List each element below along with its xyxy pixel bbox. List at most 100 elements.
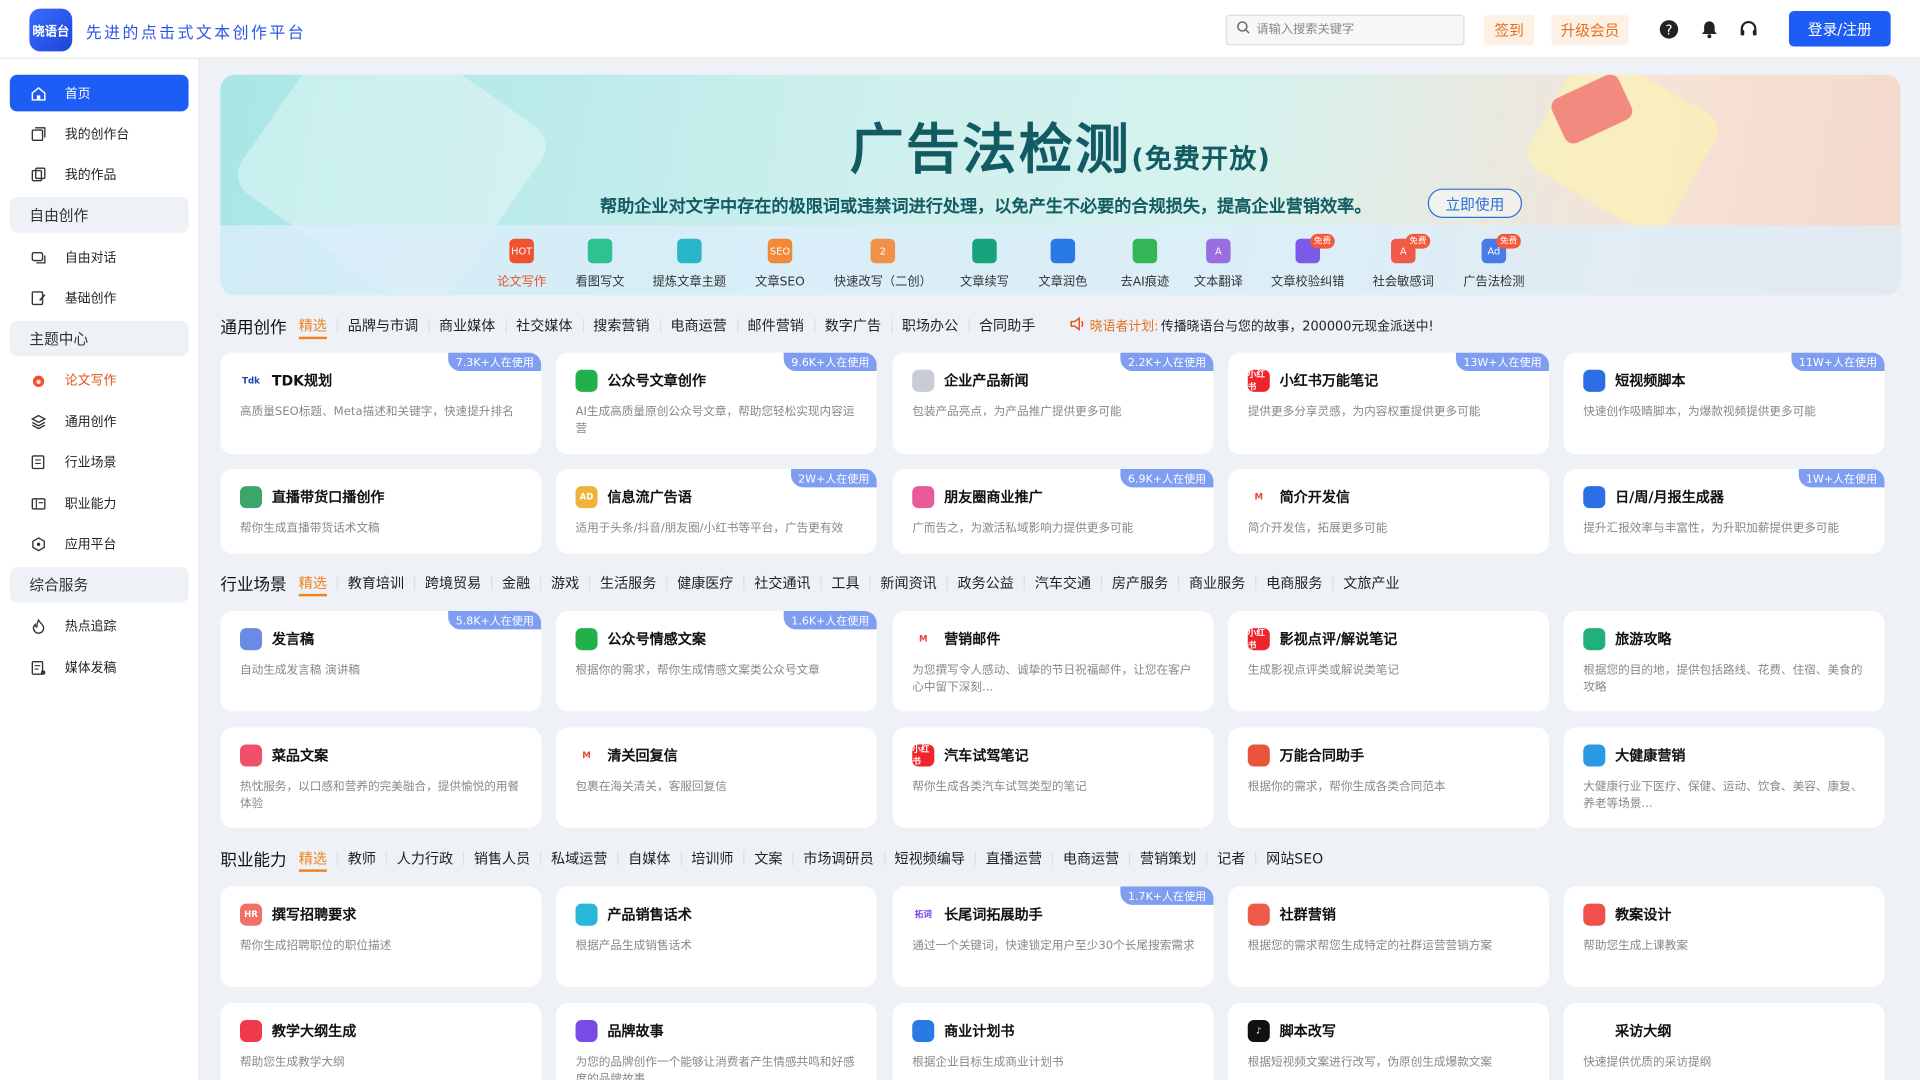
search-box[interactable] bbox=[1225, 14, 1465, 46]
category-chip[interactable]: 自媒体 bbox=[617, 851, 680, 866]
tool-4[interactable]: SEO 文章SEO bbox=[731, 238, 829, 293]
tool-card[interactable]: 直播带货口播创作 帮你生成直播带货话术文稿 bbox=[220, 468, 542, 554]
sidebar-item-trending[interactable]: 热点追踪 bbox=[10, 607, 189, 644]
sidebar-item-my-works[interactable]: 我的作品 bbox=[10, 156, 189, 193]
category-chip[interactable]: 新闻资讯 bbox=[869, 575, 946, 591]
login-register-button[interactable]: 登录/注册 bbox=[1788, 11, 1891, 47]
tool-12[interactable]: Ad 免费 广告法检测 bbox=[1445, 233, 1543, 293]
category-chip[interactable]: 合同助手 bbox=[967, 318, 1045, 333]
category-chip[interactable]: 教师 bbox=[336, 851, 386, 866]
tool-card[interactable]: 公众号文章创作 AI生成高质量原创公众号文章，帮助您轻松实现内容运营 9.6K+人在… bbox=[555, 352, 877, 455]
category-chip[interactable]: 市场调研员 bbox=[792, 851, 883, 866]
logo[interactable]: 晓语台 bbox=[29, 8, 73, 52]
sidebar-item-app-platform[interactable]: 应用平台 bbox=[10, 525, 189, 562]
category-chip[interactable]: 工具 bbox=[820, 575, 869, 591]
tool-card[interactable]: 小红书 汽车试驾笔记 帮你生成各类汽车试驾类型的笔记 bbox=[892, 727, 1214, 828]
tool-card[interactable]: 企业产品新闻 包装产品亮点，为产品推广提供更多可能 2.2K+人在使用 bbox=[892, 352, 1214, 455]
headset-icon[interactable] bbox=[1739, 20, 1759, 40]
tool-10[interactable]: 免费 文章校验纠错 bbox=[1259, 233, 1357, 293]
tool-card[interactable]: 小红书 影视点评/解说笔记 生成影视点评类或解说类笔记 bbox=[1228, 611, 1549, 712]
tool-card[interactable]: 日/周/月报生成器 提升汇报效率与丰富性，为升职加薪提供更多可能 1W+人在使用 bbox=[1563, 468, 1885, 554]
category-chip[interactable]: 营销策划 bbox=[1128, 851, 1206, 866]
category-chip[interactable]: 人力行政 bbox=[385, 851, 463, 866]
tool-card[interactable]: 教案设计 帮助您生成上课教案 bbox=[1563, 886, 1885, 987]
tool-card[interactable]: HR 撰写招聘要求 帮你生成招聘职位的职位描述 bbox=[220, 886, 542, 987]
category-chip[interactable]: 邮件营销 bbox=[736, 318, 814, 333]
sidebar-item-career-skills[interactable]: 职业能力 bbox=[10, 485, 189, 522]
announcement[interactable]: 晓语者计划: 传播晓语台与您的故事，200000元现金派送中! bbox=[1069, 316, 1434, 336]
category-chip[interactable]: 销售人员 bbox=[462, 851, 540, 866]
category-chip[interactable]: 品牌与市调 bbox=[336, 318, 428, 333]
tool-card[interactable]: 朋友圈商业推广 广而告之，为激活私域影响力提供更多可能 6.9K+人在使用 bbox=[892, 468, 1214, 554]
bell-icon[interactable] bbox=[1700, 20, 1720, 40]
sidebar-item-free-chat[interactable]: 自由对话 bbox=[10, 239, 189, 276]
tool-card[interactable]: 产品销售话术 根据产品生成销售话术 bbox=[555, 886, 877, 987]
tool-card[interactable]: 短视频脚本 快速创作吸睛脚本，为爆款视频提供更多可能 11W+人在使用 bbox=[1563, 352, 1885, 455]
category-chip[interactable]: 教育培训 bbox=[336, 575, 414, 591]
category-chip[interactable]: 汽车交通 bbox=[1023, 575, 1101, 591]
sidebar-item-industry-scenes[interactable]: 行业场景 bbox=[10, 443, 189, 480]
tool-5[interactable]: 2 快速改写（二创） bbox=[834, 238, 932, 293]
tool-11[interactable]: A 免费 社会敏感词 bbox=[1354, 233, 1452, 293]
category-chip[interactable]: 电商运营 bbox=[1051, 851, 1129, 866]
category-chip[interactable]: 健康医疗 bbox=[666, 575, 743, 591]
sidebar-item-home[interactable]: 首页 bbox=[9, 74, 189, 112]
category-chip[interactable]: 短视频编导 bbox=[883, 851, 974, 866]
sidebar-item-general-creation[interactable]: 通用创作 bbox=[10, 403, 189, 440]
category-chip[interactable]: 生活服务 bbox=[588, 575, 666, 591]
banner-cta-button[interactable]: 立即使用 bbox=[1427, 188, 1523, 218]
promo-banner[interactable]: 广告法检测(免费开放) 帮助企业对文字中存在的极限词或违禁词进行处理，以免产生不… bbox=[220, 74, 1901, 296]
search-input[interactable] bbox=[1256, 23, 1453, 37]
category-chip[interactable]: 精选 bbox=[298, 576, 337, 597]
sidebar-item-basic-creation[interactable]: 基础创作 bbox=[10, 279, 189, 316]
category-chip[interactable]: 职场办公 bbox=[890, 318, 968, 333]
signin-button[interactable]: 签到 bbox=[1484, 14, 1535, 46]
tool-card[interactable]: 旅游攻略 根据您的目的地，提供包括路线、花费、住宿、美食的攻略 bbox=[1563, 611, 1885, 712]
tool-card[interactable]: M 营销邮件 为您撰写令人感动、诚挚的节日祝福邮件，让您在客户心中留下深刻... bbox=[892, 611, 1214, 712]
category-chip[interactable]: 游戏 bbox=[540, 575, 589, 591]
sidebar-item-media-publish[interactable]: 媒体发稿 bbox=[10, 649, 189, 686]
category-chip[interactable]: 培训师 bbox=[680, 851, 743, 866]
category-chip[interactable]: 搜索营销 bbox=[582, 318, 659, 333]
tool-card[interactable]: 采访大纲 快速提供优质的采访提纲 bbox=[1563, 1002, 1885, 1080]
category-chip[interactable]: 记者 bbox=[1206, 851, 1255, 866]
tool-card[interactable]: M 简介开发信 简介开发信，拓展更多可能 bbox=[1228, 468, 1549, 554]
tool-card[interactable]: 小红书 小红书万能笔记 提供更多分享灵感，为内容权重提供更多可能 13W+人在使用 bbox=[1228, 352, 1549, 455]
category-chip[interactable]: 社交媒体 bbox=[505, 318, 582, 333]
upgrade-button[interactable]: 升级会员 bbox=[1551, 14, 1629, 46]
sidebar-item-my-workbench[interactable]: 我的创作台 bbox=[10, 115, 189, 152]
tool-card[interactable]: 教学大纲生成 帮助您生成教学大纲 bbox=[220, 1002, 542, 1080]
category-chip[interactable]: 跨境贸易 bbox=[413, 575, 491, 591]
tool-card[interactable]: 万能合同助手 根据你的需求，帮你生成各类合同范本 bbox=[1228, 727, 1549, 828]
tool-card[interactable]: 菜品文案 热忱服务，以口感和营养的完美融合，提供愉悦的用餐体验 bbox=[220, 727, 542, 828]
tool-card[interactable]: Tdk TDK规划 高质量SEO标题、Meta描述和关键字，快速提升排名 7.3K+人… bbox=[220, 352, 542, 455]
category-chip[interactable]: 社交通讯 bbox=[743, 575, 820, 591]
category-chip[interactable]: 私域运营 bbox=[540, 851, 617, 866]
tool-card[interactable]: ♪ 脚本改写 根据短视频文案进行改写，伪原创生成爆款文案 bbox=[1228, 1002, 1549, 1080]
category-chip[interactable]: 网站SEO bbox=[1255, 851, 1333, 866]
category-chip[interactable]: 精选 bbox=[298, 851, 337, 872]
category-chip[interactable]: 文旅产业 bbox=[1332, 575, 1409, 591]
tool-card[interactable]: 商业计划书 根据企业目标生成商业计划书 bbox=[892, 1002, 1214, 1080]
category-chip[interactable]: 数字广告 bbox=[813, 318, 891, 333]
tool-3[interactable]: 提炼文章主题 bbox=[640, 238, 738, 293]
category-chip[interactable]: 电商运营 bbox=[659, 318, 736, 333]
category-chip[interactable]: 商业服务 bbox=[1177, 575, 1255, 591]
tool-card[interactable]: 发言稿 自动生成发言稿 演讲稿 5.8K+人在使用 bbox=[220, 611, 542, 712]
tool-9[interactable]: A 文本翻译 bbox=[1169, 238, 1267, 293]
tool-card[interactable]: AD 信息流广告语 适用于头条/抖音/朋友圈/小红书等平台，广告更有效 2W+人在使用 bbox=[555, 468, 877, 554]
category-chip[interactable]: 电商服务 bbox=[1255, 575, 1332, 591]
help-icon[interactable]: ? bbox=[1659, 20, 1679, 40]
category-chip[interactable]: 房产服务 bbox=[1100, 575, 1178, 591]
category-chip[interactable]: 商业媒体 bbox=[427, 318, 505, 333]
tool-card[interactable]: 公众号情感文案 根据你的需求，帮你生成情感文案类公众号文章 1.6K+人在使用 bbox=[555, 611, 877, 712]
category-chip[interactable]: 金融 bbox=[491, 575, 540, 591]
category-chip[interactable]: 文案 bbox=[743, 851, 792, 866]
tool-card[interactable]: 大健康营销 大健康行业下医疗、保健、运动、饮食、美容、康复、养老等场景... bbox=[1563, 727, 1885, 828]
tool-card[interactable]: 拓词 长尾词拓展助手 通过一个关键词，快速锁定用户至少30个长尾搜索需求 1.7K+人… bbox=[892, 886, 1214, 987]
tool-card[interactable]: 社群营销 根据您的需求帮您生成特定的社群运营营销方案 bbox=[1228, 886, 1549, 987]
tool-2[interactable]: 看图写文 bbox=[551, 238, 649, 293]
category-chip[interactable]: 直播运营 bbox=[974, 851, 1052, 866]
category-chip[interactable]: 精选 bbox=[298, 318, 337, 340]
tool-card[interactable]: M 清关回复信 包裹在海关清关，客服回复信 bbox=[555, 727, 877, 828]
